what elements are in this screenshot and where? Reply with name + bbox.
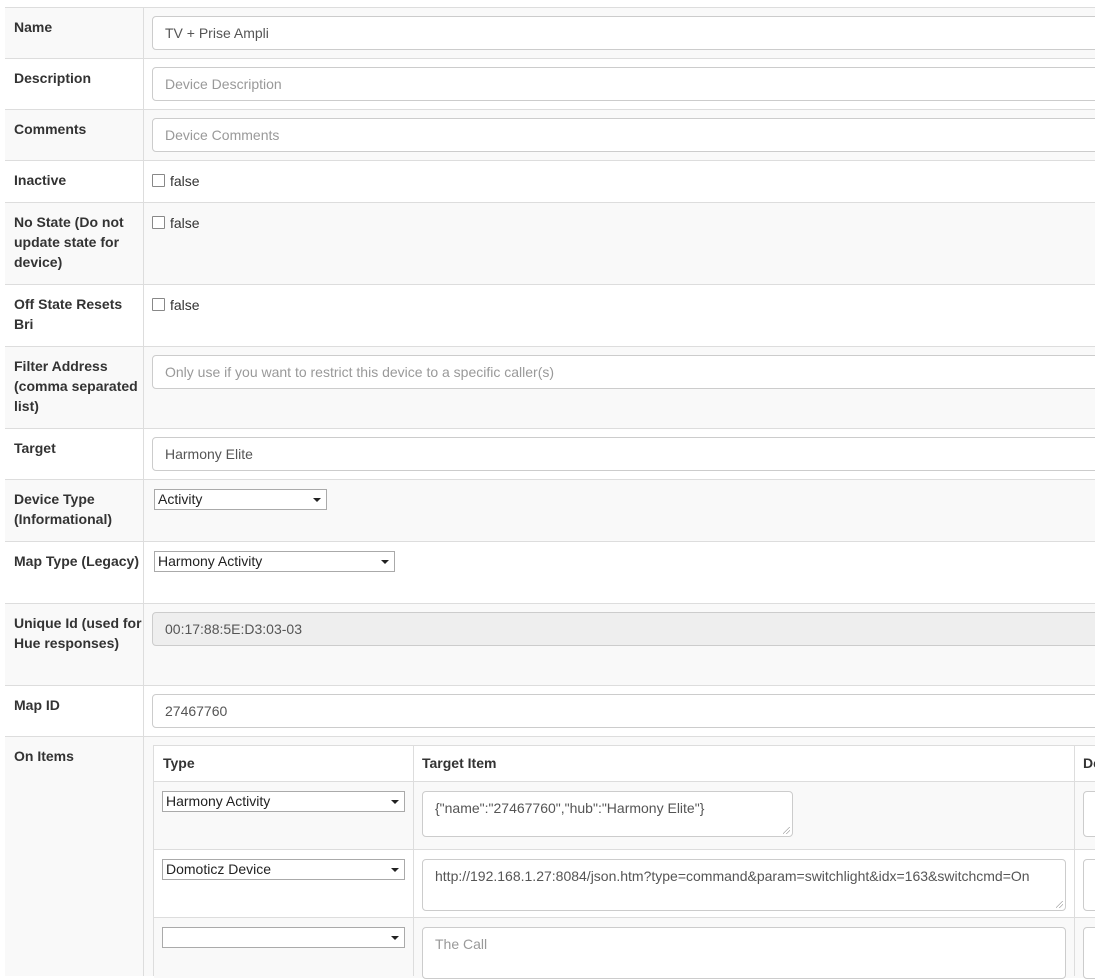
unique-id-input: 00:17:88:5E:D3:03-03 xyxy=(152,612,1095,646)
row-device-type: Device Type (Informational) Activity xyxy=(5,479,1095,541)
off-state-label: Off State Resets Bri xyxy=(5,285,144,346)
col-delay: De xyxy=(1083,755,1095,771)
filter-address-label: Filter Address (comma separated list) xyxy=(5,347,144,428)
on-items-label: On Items xyxy=(5,737,144,976)
map-type-select[interactable]: Harmony Activity xyxy=(154,551,395,572)
no-state-label: No State (Do not update state for device… xyxy=(5,203,144,284)
row-description: Description Device Description xyxy=(5,58,1095,109)
unique-id-label: Unique Id (used for Hue responses) xyxy=(5,604,144,685)
item-type-value: Harmony Activity xyxy=(166,793,271,809)
description-input[interactable]: Device Description xyxy=(152,67,1095,101)
row-filter-address: Filter Address (comma separated list) On… xyxy=(5,346,1095,428)
map-id-input[interactable]: 27467760 xyxy=(152,694,1095,728)
chevron-down-icon xyxy=(313,498,321,502)
item-type-select[interactable] xyxy=(162,927,405,948)
device-type-label: Device Type (Informational) xyxy=(5,480,144,541)
row-inactive: Inactive false xyxy=(5,160,1095,202)
off-state-value: false xyxy=(170,297,200,313)
table-row: Domoticz Device http://192.168.1.27:8084… xyxy=(154,849,1095,918)
inactive-value: false xyxy=(170,173,200,189)
map-id-label: Map ID xyxy=(5,686,144,736)
no-state-checkbox[interactable] xyxy=(152,216,165,229)
item-type-select[interactable]: Domoticz Device xyxy=(162,859,405,880)
row-name: Name TV + Prise Ampli xyxy=(5,7,1095,58)
name-label: Name xyxy=(5,8,144,58)
comments-label: Comments xyxy=(5,110,144,160)
on-items-table: Type Target Item De Harmony Activity {"n… xyxy=(153,745,1095,979)
off-state-checkbox[interactable] xyxy=(152,298,165,311)
description-label: Description xyxy=(5,59,144,109)
comments-input[interactable]: Device Comments xyxy=(152,118,1095,152)
chevron-down-icon xyxy=(381,560,389,564)
chevron-down-icon xyxy=(391,868,399,872)
filter-address-input[interactable]: Only use if you want to restrict this de… xyxy=(152,355,1095,389)
item-delay-field[interactable] xyxy=(1083,927,1095,979)
item-target-textarea[interactable]: {"name":"27467760","hub":"Harmony Elite"… xyxy=(422,791,793,837)
col-divider xyxy=(413,746,414,976)
inactive-checkbox[interactable] xyxy=(152,174,165,187)
row-target: Target Harmony Elite xyxy=(5,428,1095,479)
row-on-items: On Items Type Target Item De Harmony Act… xyxy=(5,736,1095,979)
item-target-textarea[interactable]: The Call xyxy=(422,927,1066,979)
item-delay-field[interactable] xyxy=(1083,859,1095,911)
item-type-value: Domoticz Device xyxy=(166,861,272,877)
row-comments: Comments Device Comments xyxy=(5,109,1095,160)
row-unique-id: Unique Id (used for Hue responses) 00:17… xyxy=(5,603,1095,685)
device-type-select[interactable]: Activity xyxy=(154,489,327,510)
col-type: Type xyxy=(163,755,195,771)
resize-handle-icon[interactable] xyxy=(783,827,790,834)
item-type-select[interactable]: Harmony Activity xyxy=(162,791,405,812)
table-row: Harmony Activity {"name":"27467760","hub… xyxy=(154,781,1095,850)
name-input[interactable]: TV + Prise Ampli xyxy=(152,16,1095,50)
map-type-value: Harmony Activity xyxy=(158,553,263,569)
row-map-type: Map Type (Legacy) Harmony Activity xyxy=(5,541,1095,603)
no-state-value: false xyxy=(170,215,200,231)
on-items-header: Type Target Item De xyxy=(154,746,1095,783)
chevron-down-icon xyxy=(391,800,399,804)
row-no-state: No State (Do not update state for device… xyxy=(5,202,1095,284)
chevron-down-icon xyxy=(391,936,399,940)
table-row: The Call xyxy=(154,917,1095,979)
item-target-value: {"name":"27467760","hub":"Harmony Elite"… xyxy=(435,800,705,816)
target-label: Target xyxy=(5,429,144,479)
device-type-value: Activity xyxy=(158,491,203,507)
map-type-label: Map Type (Legacy) xyxy=(5,542,144,603)
col-target-item: Target Item xyxy=(422,755,497,771)
row-off-state: Off State Resets Bri false xyxy=(5,284,1095,346)
col-divider xyxy=(1074,746,1075,976)
resize-handle-icon[interactable] xyxy=(1056,901,1063,908)
inactive-label: Inactive xyxy=(5,161,144,202)
item-target-value: http://192.168.1.27:8084/json.htm?type=c… xyxy=(435,868,1030,884)
target-input[interactable]: Harmony Elite xyxy=(152,437,1095,471)
item-target-textarea[interactable]: http://192.168.1.27:8084/json.htm?type=c… xyxy=(422,859,1066,911)
row-map-id: Map ID 27467760 xyxy=(5,685,1095,736)
item-delay-field[interactable] xyxy=(1083,791,1095,837)
